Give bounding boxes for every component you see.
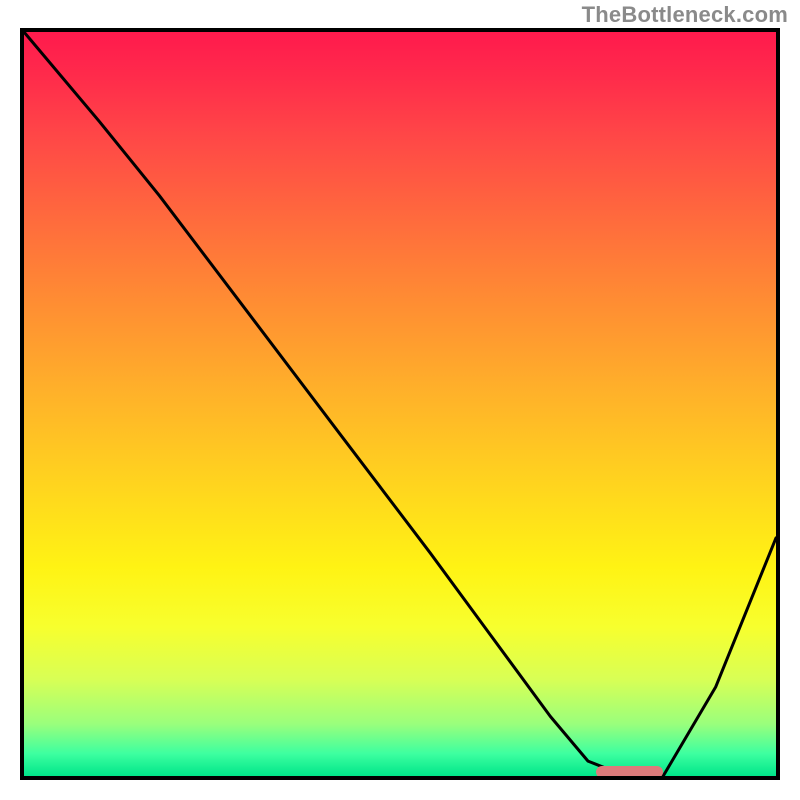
plot-border [20, 28, 780, 780]
watermark-text: TheBottleneck.com [582, 2, 788, 28]
plot-border-bottom [20, 776, 780, 780]
